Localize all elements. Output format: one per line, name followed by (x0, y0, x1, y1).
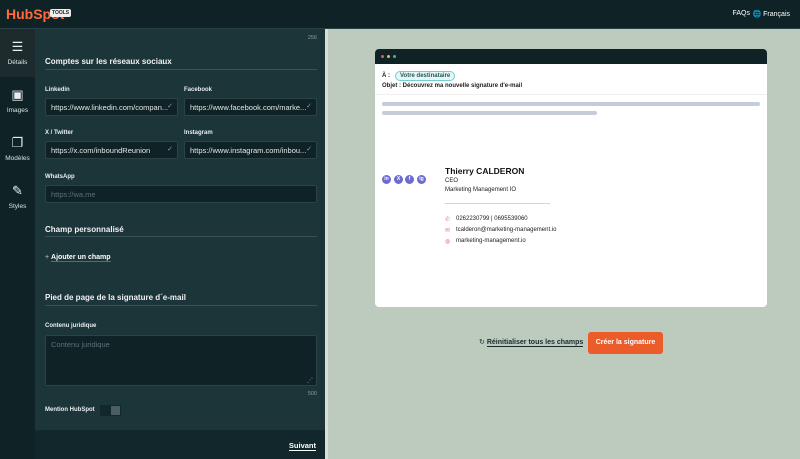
instagram-label: Instagram (184, 130, 213, 136)
add-field-button[interactable]: + Ajouter un champ (45, 254, 111, 262)
instagram-icon[interactable]: ig (417, 175, 426, 184)
divider (45, 305, 317, 306)
to-label: À : (382, 73, 390, 79)
mail-icon: ✉ (445, 228, 451, 234)
signature-company: Marketing Management IO (445, 187, 517, 193)
add-field-label: Ajouter un champ (51, 254, 111, 262)
char-count: 256 (307, 35, 317, 41)
divider (45, 236, 317, 237)
signature-website: marketing-management.io (456, 238, 526, 244)
section-title-custom: Champ personnalisé (45, 225, 124, 234)
sidebar-item-details[interactable]: ☰ Détails (0, 29, 35, 77)
plus-icon: + (45, 254, 50, 261)
form-footer: Suivant (35, 430, 325, 459)
linkedin-input[interactable]: https://www.linkedin.com/compan... ✓ (45, 98, 178, 116)
facebook-input[interactable]: https://www.facebook.com/marke... ✓ (184, 98, 317, 116)
create-signature-button[interactable]: Créer la signature (588, 332, 663, 354)
x-icon[interactable]: X (394, 175, 403, 184)
check-icon: ✓ (167, 103, 173, 110)
check-icon: ✓ (306, 146, 312, 153)
toggle-knob (111, 406, 120, 415)
twitter-input[interactable]: https://x.com/inboundReunion ✓ (45, 141, 178, 159)
placeholder-text-line (382, 102, 760, 106)
sidebar-item-styles[interactable]: ✎ Styles (0, 173, 35, 221)
language-label: Français (763, 11, 790, 18)
faqs-link[interactable]: FAQs (732, 10, 750, 17)
form-panel: 256 Comptes sur les réseaux sociaux Link… (35, 29, 325, 430)
recipient-chip: Votre destinataire (395, 71, 456, 81)
whatsapp-input[interactable]: https://wa.me (45, 185, 317, 203)
email-preview: À : Votre destinataire Objet : Découvrez… (375, 49, 767, 307)
mention-toggle[interactable] (100, 405, 121, 416)
text-icon: ☰ (11, 39, 24, 54)
section-title-social: Comptes sur les réseaux sociaux (45, 57, 172, 66)
close-dot-icon (381, 55, 384, 58)
mention-label: Mention HubSpot (45, 407, 95, 413)
reset-label: Réinitialiser tous les champs (486, 339, 584, 347)
whatsapp-placeholder: https://wa.me (51, 190, 96, 199)
reset-button[interactable]: ↻ Réinitialiser tous les champs (479, 338, 584, 347)
check-icon: ✓ (167, 146, 173, 153)
window-titlebar (375, 49, 767, 64)
next-button[interactable]: Suivant (288, 441, 316, 451)
sidebar-item-label: Images (6, 107, 29, 114)
signature-email: tcalderon@marketing-management.io (456, 227, 557, 233)
whatsapp-label: WhatsApp (45, 174, 75, 180)
legal-placeholder: Contenu juridique (51, 340, 110, 349)
maximize-dot-icon (393, 55, 396, 58)
twitter-label: X / Twitter (45, 130, 74, 136)
instagram-input[interactable]: https://www.instagram.com/inbou... ✓ (184, 141, 317, 159)
sidebar-item-templates[interactable]: ❐ Modèles (0, 125, 35, 173)
linkedin-value: https://www.linkedin.com/compan... (51, 103, 169, 112)
twitter-value: https://x.com/inboundReunion (51, 146, 151, 155)
globe-icon: ◍ (445, 239, 451, 245)
linkedin-label: Linkedin (45, 87, 70, 93)
signature-name: Thierry CALDERON (445, 166, 525, 176)
minimize-dot-icon (387, 55, 390, 58)
sidebar: ☰ Détails ▣ Images ❐ Modèles ✎ Styles (0, 29, 35, 459)
brush-icon: ✎ (12, 183, 23, 198)
facebook-icon[interactable]: f (405, 175, 414, 184)
facebook-value: https://www.facebook.com/marke... (190, 103, 307, 112)
divider (45, 69, 317, 70)
instagram-value: https://www.instagram.com/inbou... (190, 146, 307, 155)
subject-line: Objet : Découvrez ma nouvelle signature … (382, 83, 523, 89)
sidebar-item-label: Modèles (5, 155, 30, 162)
signature-divider (445, 203, 550, 204)
tools-badge: TOOLS (50, 9, 72, 17)
sidebar-item-label: Détails (7, 59, 28, 66)
legal-char-count: 500 (307, 391, 317, 397)
language-selector[interactable]: 🌐 Français (752, 10, 790, 18)
refresh-icon: ↻ (479, 339, 485, 346)
globe-icon: 🌐 (752, 11, 762, 18)
linkedin-icon[interactable]: in (382, 175, 391, 184)
legal-textarea[interactable]: Contenu juridique ⋰ (45, 335, 317, 386)
image-icon: ▣ (11, 87, 24, 102)
sidebar-item-label: Styles (8, 203, 27, 210)
legal-label: Contenu juridique (45, 323, 97, 329)
placeholder-text-line (382, 111, 597, 115)
resize-handle-icon[interactable]: ⋰ (307, 377, 313, 384)
facebook-label: Facebook (184, 87, 213, 93)
phone-icon: ✆ (445, 217, 451, 223)
signature-phone: 0262230799 | 0695539060 (456, 216, 528, 222)
divider (375, 94, 767, 95)
section-title-footer: Pied de page de la signature d´e-mail (45, 293, 186, 302)
template-icon: ❐ (11, 135, 24, 150)
sidebar-item-images[interactable]: ▣ Images (0, 77, 35, 125)
scrollbar[interactable] (325, 29, 328, 459)
top-bar: HubSpot TOOLS FAQs 🌐 Français (0, 0, 800, 29)
check-icon: ✓ (306, 103, 312, 110)
signature-title: CEO (445, 178, 459, 184)
